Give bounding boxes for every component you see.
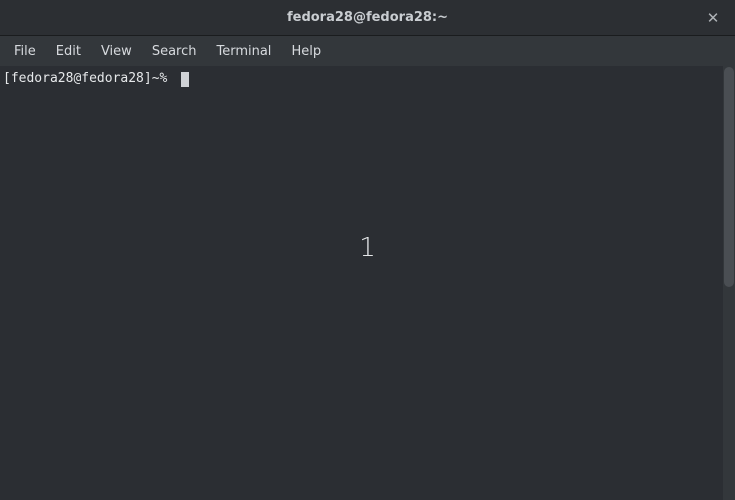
menu-view[interactable]: View xyxy=(91,40,142,63)
titlebar: fedora28@fedora28:~ ✕ xyxy=(0,0,735,36)
scrollbar-track[interactable] xyxy=(723,66,735,500)
menu-search[interactable]: Search xyxy=(142,40,207,63)
prompt-line: [fedora28@fedora28]~% xyxy=(3,70,731,88)
menu-file[interactable]: File xyxy=(4,40,46,63)
menubar: File Edit View Search Terminal Help xyxy=(0,36,735,66)
cursor-icon xyxy=(181,72,189,87)
scrollbar-thumb[interactable] xyxy=(724,67,734,287)
menu-terminal[interactable]: Terminal xyxy=(206,40,281,63)
terminal-content[interactable]: [fedora28@fedora28]~% xyxy=(0,66,735,500)
shell-prompt: [fedora28@fedora28]~% xyxy=(3,70,175,88)
close-icon[interactable]: ✕ xyxy=(703,8,723,28)
menu-help[interactable]: Help xyxy=(281,40,331,63)
window-title: fedora28@fedora28:~ xyxy=(287,10,448,25)
menu-edit[interactable]: Edit xyxy=(46,40,91,63)
